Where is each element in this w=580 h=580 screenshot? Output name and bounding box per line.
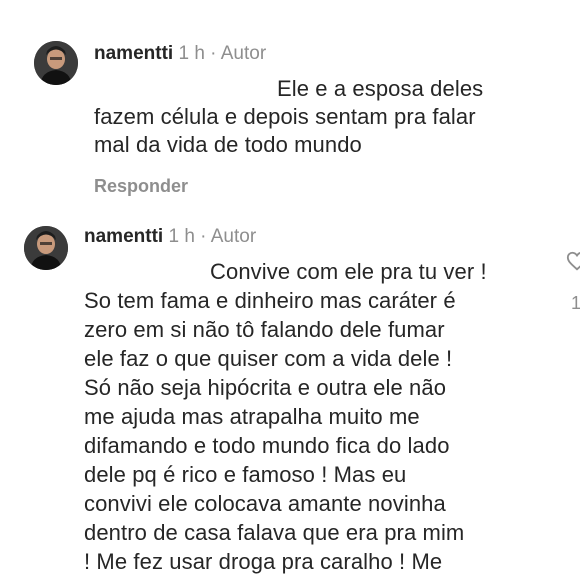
comment-line: Convive com ele pra tu ver ! <box>210 259 487 284</box>
username[interactable]: namentti <box>84 226 163 247</box>
comment-line: ele faz o que quiser com a vida dele ! <box>84 346 453 371</box>
comment-line: So tem fama e dinheiro mas caráter é <box>84 288 456 313</box>
comment-line: Só não seja hipócrita e outra ele não <box>84 375 447 400</box>
comment-line: zero em si não tô falando dele fumar <box>84 317 445 342</box>
comment-line: convivi ele colocava amante novinha <box>84 491 446 516</box>
comment-line: difamando e todo mundo fica do lado <box>84 433 450 458</box>
comment-line: dele pq é rico e famoso ! Mas eu <box>84 462 407 487</box>
avatar[interactable] <box>24 226 68 270</box>
like-count: 1 <box>571 293 580 313</box>
separator: · <box>200 226 207 247</box>
comment-2: namentti 1 h · Autor Convive com ele pra… <box>0 0 580 580</box>
heart-icon[interactable] <box>566 250 580 272</box>
author-badge: Autor <box>210 226 257 247</box>
avatar-image <box>24 226 68 270</box>
comment-meta: namentti 1 h · Autor <box>84 226 256 248</box>
comment-line: ! Me fez usar droga pra caralho ! Me <box>84 549 443 574</box>
timestamp: 1 h <box>168 226 195 247</box>
comment-line: me ajuda mas atrapalha muito me <box>84 404 420 429</box>
comment-line: dentro de casa falava que era pra mim <box>84 520 465 545</box>
